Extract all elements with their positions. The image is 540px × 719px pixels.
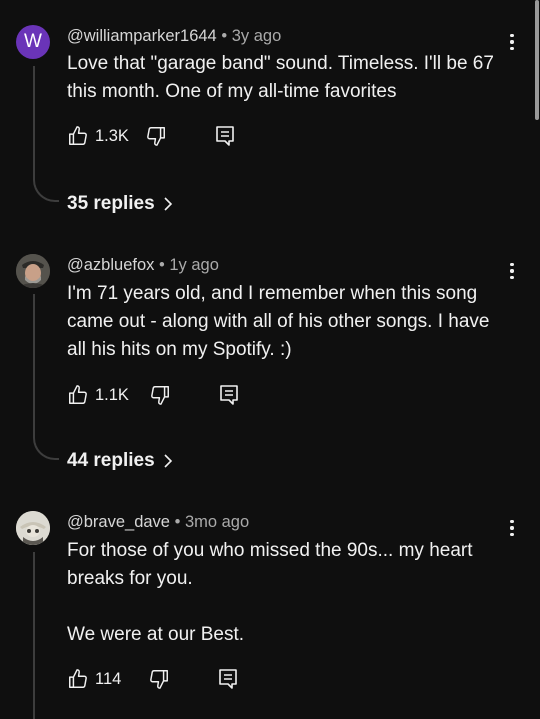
replies-count: 44 replies — [67, 450, 155, 471]
like-button[interactable]: 114 — [67, 668, 121, 690]
comment-age: 3mo ago — [184, 513, 250, 531]
like-count: 1.3K — [95, 126, 129, 145]
comment-actions: 1.3K — [67, 123, 236, 149]
thumbs-up-icon — [69, 126, 87, 145]
avatar-photo — [16, 254, 50, 288]
like-button[interactable]: 1.1K — [67, 384, 129, 406]
reply-icon — [219, 669, 238, 689]
meta-separator: • — [174, 513, 181, 531]
comment-meta: @azbluefox • 1y ago — [67, 256, 219, 275]
thumbs-down-icon — [147, 127, 165, 146]
thread-line — [33, 294, 35, 434]
thumbs-down-icon — [151, 386, 169, 405]
comment-meta: @brave_dave • 3mo ago — [67, 513, 249, 532]
reply-button[interactable] — [218, 383, 240, 407]
comment-text: Love that "garage band" sound. Timeless.… — [67, 53, 494, 102]
replies-count: 35 replies — [67, 193, 155, 214]
thread-connector — [33, 434, 59, 460]
meta-separator: • — [221, 27, 228, 45]
like-button[interactable]: 1.3K — [67, 125, 129, 147]
thread-line — [33, 552, 35, 719]
replies-link[interactable]: 44 replies — [67, 450, 173, 472]
avatar[interactable] — [16, 254, 50, 288]
chevron-right-icon — [164, 197, 172, 211]
reply-button[interactable] — [214, 124, 236, 148]
scrollbar[interactable] — [535, 0, 539, 120]
avatar[interactable] — [16, 511, 50, 545]
reply-icon — [220, 385, 238, 405]
like-count: 114 — [95, 669, 122, 688]
thread-connector — [33, 176, 59, 202]
comment-author[interactable]: @azbluefox — [67, 256, 154, 274]
reply-button[interactable] — [217, 667, 239, 691]
comment-actions: 1.1K — [67, 382, 240, 408]
replies-link[interactable]: 35 replies — [67, 193, 173, 215]
avatar-letter: W — [24, 31, 42, 52]
dislike-button[interactable] — [145, 125, 167, 147]
thread-line — [33, 66, 35, 176]
meta-separator: • — [158, 256, 165, 274]
dislike-button[interactable] — [148, 668, 170, 690]
comment-text: For those of you who missed the 90s... m… — [67, 540, 473, 645]
comment-text: I'm 71 years old, and I remember when th… — [67, 283, 490, 360]
comment-meta: @williamparker1644 • 3y ago — [67, 27, 281, 46]
comment-author[interactable]: @williamparker1644 — [67, 27, 217, 45]
thumbs-up-icon — [69, 385, 87, 404]
avatar-photo — [16, 511, 50, 545]
comment-age: 3y ago — [231, 27, 282, 45]
dislike-button[interactable] — [149, 384, 171, 406]
reply-icon — [216, 126, 234, 146]
chevron-right-icon — [164, 454, 172, 468]
thumbs-down-icon — [150, 670, 169, 689]
comment-author[interactable]: @brave_dave — [67, 513, 170, 531]
thumbs-up-icon — [69, 669, 87, 688]
avatar[interactable]: W — [16, 25, 50, 59]
comment-actions: 114 — [67, 666, 239, 692]
like-count: 1.1K — [95, 385, 129, 404]
comment-age: 1y ago — [169, 256, 219, 274]
